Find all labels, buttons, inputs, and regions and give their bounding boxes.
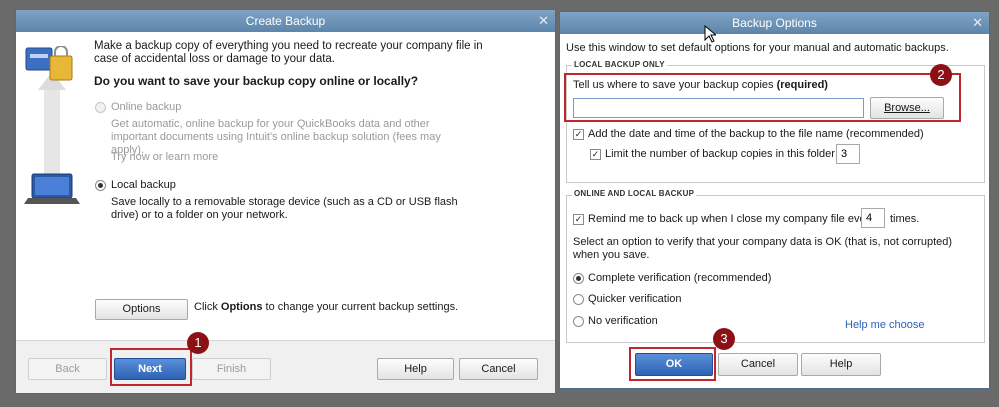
backup-options-titlebar: Backup Options ✕ bbox=[560, 12, 989, 34]
remind-checkbox[interactable]: ✓ bbox=[573, 214, 584, 225]
limit-copies-checkbox[interactable]: ✓ bbox=[590, 149, 601, 160]
finish-button[interactable]: Finish bbox=[192, 358, 271, 380]
options-cancel-button[interactable]: Cancel bbox=[718, 353, 798, 376]
options-help-button[interactable]: Help bbox=[801, 353, 881, 376]
options-hint-bold: Options bbox=[220, 301, 263, 313]
add-date-label: Add the date and time of the backup to t… bbox=[588, 128, 924, 140]
options-hint-prefix: Click bbox=[194, 301, 221, 313]
annotation-box-next bbox=[110, 348, 192, 386]
options-intro: Use this window to set default options f… bbox=[566, 42, 949, 54]
close-icon[interactable]: ✕ bbox=[538, 10, 549, 32]
mouse-cursor-icon bbox=[704, 25, 716, 43]
annotation-badge-2: 2 bbox=[930, 64, 952, 86]
local-backup-label: Local backup bbox=[111, 179, 176, 191]
no-verification-radio[interactable] bbox=[573, 316, 584, 327]
remind-suffix: times. bbox=[890, 213, 920, 225]
backup-illustration bbox=[24, 45, 82, 206]
help-me-choose-link[interactable]: Help me choose bbox=[845, 319, 925, 331]
quicker-verification-radio[interactable] bbox=[573, 294, 584, 305]
cancel-button[interactable]: Cancel bbox=[459, 358, 538, 380]
remind-label: Remind me to back up when I close my com… bbox=[588, 213, 875, 225]
verify-prompt: Select an option to verify that your com… bbox=[573, 236, 953, 261]
local-backup-description: Save locally to a removable storage devi… bbox=[111, 196, 458, 221]
annotation-badge-1: 1 bbox=[187, 332, 209, 354]
try-now-link[interactable]: Try now or learn more bbox=[111, 151, 218, 163]
limit-copies-label: Limit the number of backup copies in thi… bbox=[605, 148, 848, 160]
online-backup-label: Online backup bbox=[111, 101, 182, 113]
back-button[interactable]: Back bbox=[28, 358, 107, 380]
backup-illustration-graphic bbox=[24, 45, 80, 204]
create-backup-titlebar: Create Backup ✕ bbox=[16, 10, 555, 32]
create-backup-window: Create Backup ✕ Make a backup copy of ev… bbox=[15, 9, 556, 394]
local-backup-radio[interactable] bbox=[95, 180, 106, 191]
complete-verification-label: Complete verification (recommended) bbox=[588, 272, 772, 284]
backup-options-title: Backup Options bbox=[732, 16, 817, 30]
local-backup-group-title: LOCAL BACKUP ONLY bbox=[572, 60, 667, 69]
quicker-verification-label: Quicker verification bbox=[588, 293, 682, 305]
remind-count-input[interactable] bbox=[861, 208, 885, 228]
create-backup-title: Create Backup bbox=[245, 14, 326, 28]
intro-text: Make a backup copy of everything you nee… bbox=[94, 40, 483, 65]
backup-options-window: Backup Options ✕ Use this window to set … bbox=[559, 11, 990, 389]
annotation-box-ok bbox=[629, 347, 716, 381]
no-verification-label: No verification bbox=[588, 315, 658, 327]
options-button[interactable]: Options bbox=[95, 299, 188, 320]
options-hint-suffix: to change your current backup settings. bbox=[262, 301, 459, 313]
help-button[interactable]: Help bbox=[377, 358, 454, 380]
annotation-badge-3: 3 bbox=[713, 328, 735, 350]
save-question: Do you want to save your backup copy onl… bbox=[94, 74, 419, 88]
add-date-checkbox[interactable]: ✓ bbox=[573, 129, 584, 140]
complete-verification-radio[interactable] bbox=[573, 273, 584, 284]
options-hint: Click Options to change your current bac… bbox=[194, 301, 458, 313]
annotation-box-location bbox=[564, 73, 961, 122]
limit-copies-input[interactable] bbox=[836, 144, 860, 164]
close-icon[interactable]: ✕ bbox=[972, 12, 983, 34]
online-backup-radio[interactable] bbox=[95, 102, 106, 113]
online-local-group-title: ONLINE AND LOCAL BACKUP bbox=[572, 189, 697, 198]
